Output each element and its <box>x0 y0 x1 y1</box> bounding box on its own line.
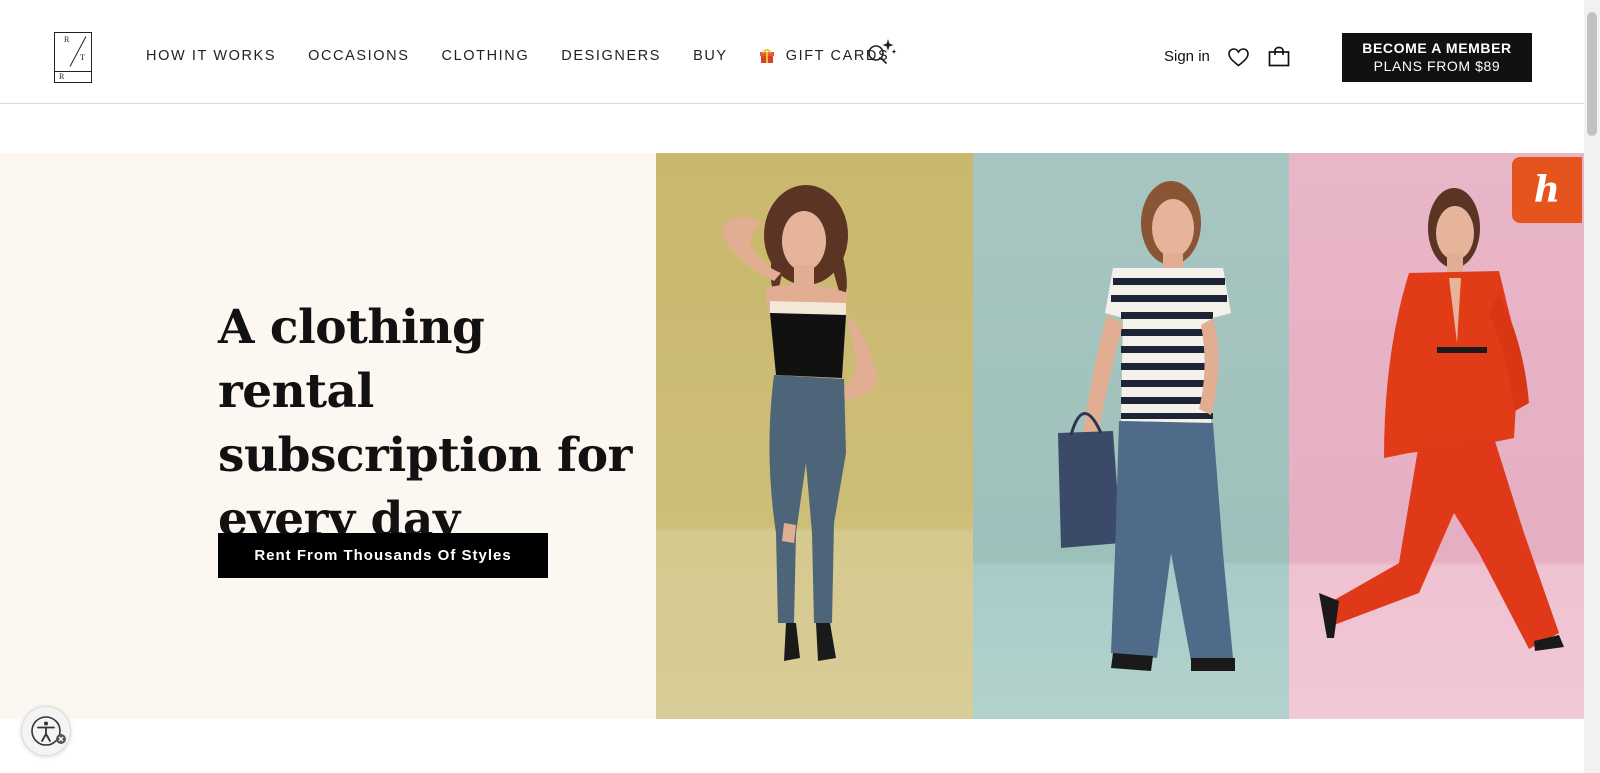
nav-occasions[interactable]: OCCASIONS <box>308 48 409 64</box>
gift-icon <box>759 49 774 63</box>
page-scrollbar[interactable] <box>1584 0 1600 773</box>
nav-how-it-works[interactable]: HOW IT WORKS <box>146 48 276 64</box>
honey-extension-button[interactable]: h <box>1512 157 1582 223</box>
rtr-logo[interactable]: R T R <box>54 32 92 83</box>
bag-icon[interactable] <box>1268 46 1290 67</box>
hero-text-panel: A clothing rental subscription for every… <box>0 153 656 719</box>
logo-line <box>69 36 87 67</box>
sign-in-link[interactable]: Sign in <box>1164 48 1210 65</box>
nav-designers[interactable]: DESIGNERS <box>561 48 661 64</box>
model-red-suit[interactable] <box>1289 153 1584 719</box>
member-button-title: BECOME A MEMBER <box>1362 40 1512 56</box>
main-nav: HOW IT WORKS OCCASIONS CLOTHING DESIGNER… <box>146 46 921 66</box>
logo-letter: T <box>80 53 85 62</box>
logo-letter: R <box>64 35 70 44</box>
logo-letter: R <box>59 72 65 81</box>
member-button-price: PLANS FROM $89 <box>1373 58 1501 74</box>
model-striped-polo-jeans[interactable] <box>973 153 1289 719</box>
ai-sparkle-search-icon[interactable] <box>866 38 898 68</box>
site-header: R T R HOW IT WORKS OCCASIONS CLOTHING DE… <box>0 0 1584 104</box>
nav-clothing[interactable]: CLOTHING <box>442 48 530 64</box>
scrollbar-thumb[interactable] <box>1587 12 1597 136</box>
heart-icon[interactable] <box>1228 48 1249 67</box>
hero-banner: A clothing rental subscription for every… <box>0 153 1584 719</box>
become-member-button[interactable]: BECOME A MEMBER PLANS FROM $89 <box>1342 33 1532 82</box>
accessibility-icon[interactable] <box>21 706 71 756</box>
nav-buy[interactable]: BUY <box>693 48 728 64</box>
honey-icon: h <box>1533 169 1561 211</box>
hero-title: A clothing rental subscription for every… <box>218 300 632 547</box>
model-black-top-jeans[interactable] <box>656 153 973 719</box>
rent-styles-button[interactable]: Rent From Thousands Of Styles <box>218 533 548 578</box>
